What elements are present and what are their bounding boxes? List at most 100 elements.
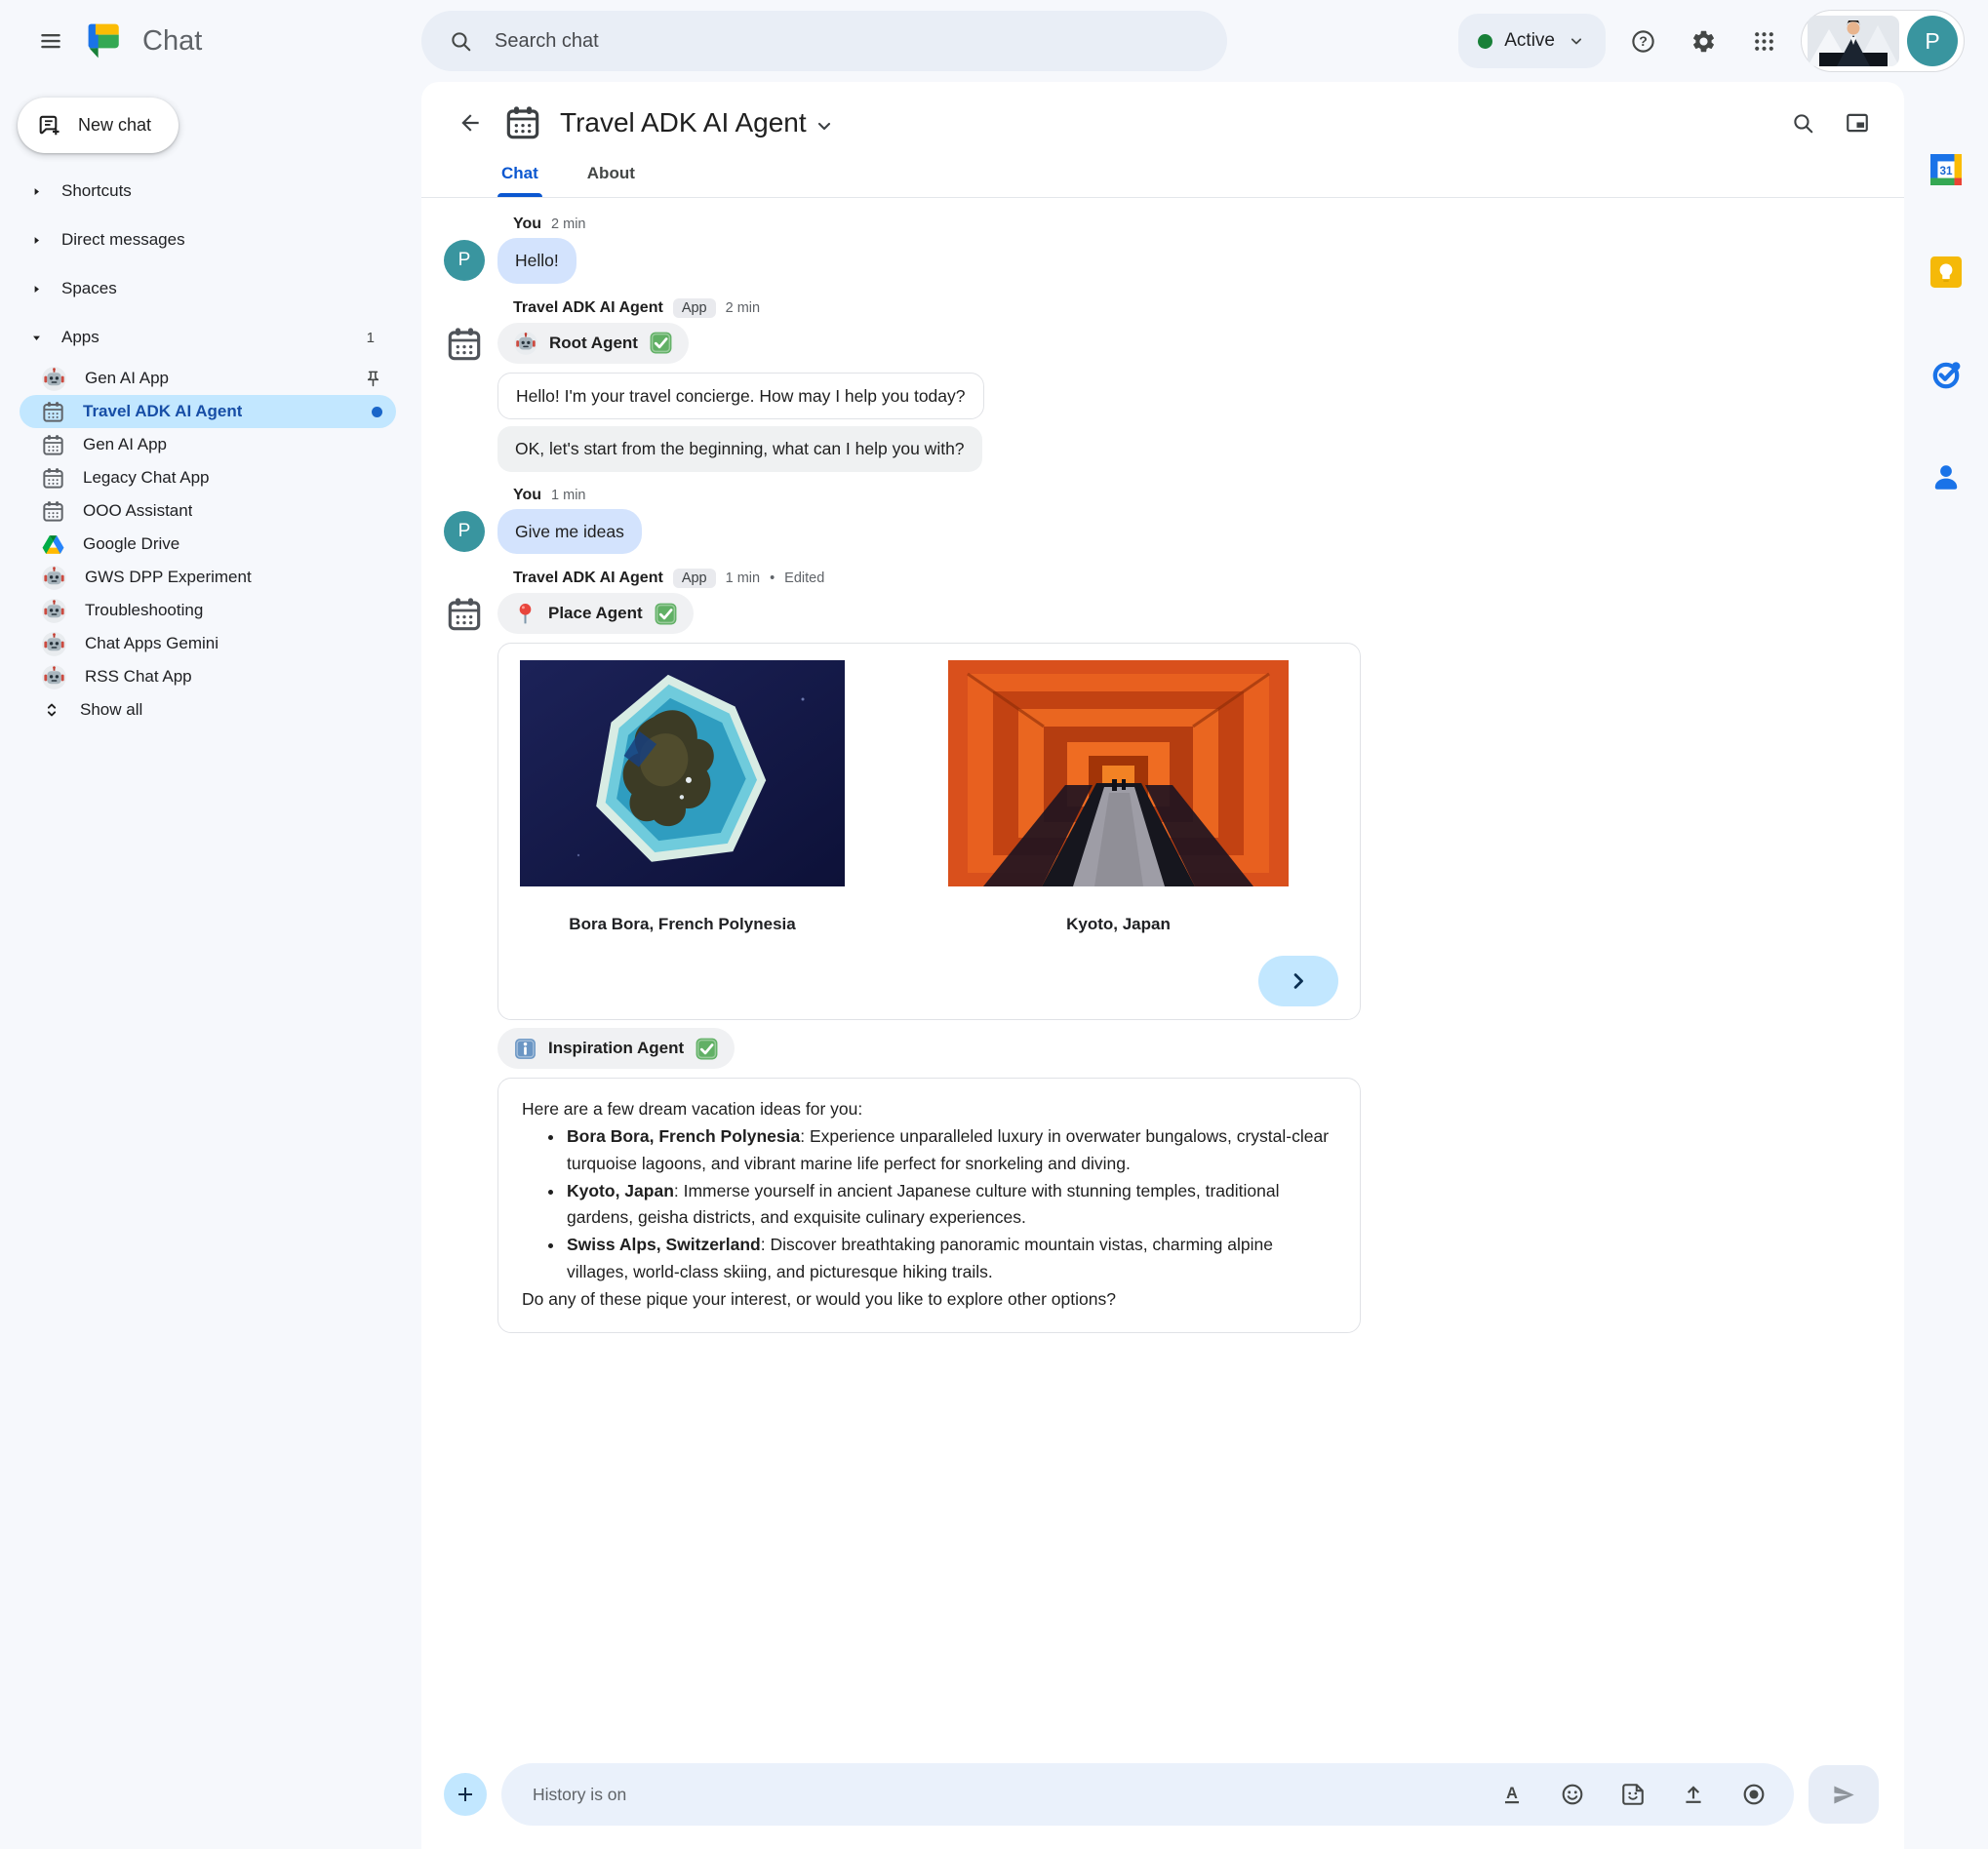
- record-video-icon[interactable]: [1737, 1778, 1770, 1811]
- sender-name: You: [513, 216, 542, 232]
- message-bubble: Hello! I'm your travel concierge. How ma…: [497, 372, 984, 419]
- sidebar-section-shortcuts[interactable]: Shortcuts: [0, 167, 421, 216]
- destination-caption: Kyoto, Japan: [1066, 915, 1171, 933]
- account-switcher[interactable]: P: [1801, 10, 1965, 72]
- apps-unread-count: 1: [366, 329, 375, 346]
- google-contacts-icon[interactable]: [1925, 455, 1968, 498]
- left-sidebar: New chat Shortcuts Direct messages Space…: [0, 82, 421, 1849]
- message-bubble: Give me ideas: [497, 508, 642, 554]
- status-selector[interactable]: Active: [1458, 14, 1606, 68]
- message-time: 2 min: [551, 216, 586, 232]
- chat-tabs: Chat About: [421, 158, 1904, 198]
- google-calendar-icon[interactable]: 31: [1925, 148, 1968, 191]
- message-agent-inspiration: Inspiration Agent Here are a few dream v…: [497, 1028, 1875, 1334]
- sticker-icon[interactable]: [1616, 1778, 1650, 1811]
- sidebar-item-gen-ai-app-1[interactable]: Gen AI App: [20, 362, 396, 395]
- sidebar-item-google-drive[interactable]: Google Drive: [20, 528, 396, 561]
- app-badge: App: [672, 297, 716, 318]
- top-bar: Chat Active ?: [0, 0, 1988, 82]
- meta-dot: •: [770, 570, 775, 586]
- check-badge-icon: [695, 1037, 719, 1061]
- caret-right-icon: [29, 233, 44, 248]
- idea-item: Swiss Alps, Switzerland: Discover breath…: [565, 1232, 1336, 1285]
- chat-brand: Chat: [84, 20, 202, 62]
- check-badge-icon: [654, 602, 678, 626]
- sidebar-section-direct-messages[interactable]: Direct messages: [0, 216, 421, 264]
- text-format-icon[interactable]: A: [1495, 1778, 1529, 1811]
- chat-logo-icon: [84, 20, 127, 62]
- calendar-app-icon: [41, 499, 65, 524]
- robot-icon: [41, 631, 67, 657]
- carousel-next-button[interactable]: [1258, 956, 1338, 1006]
- workspace-side-rail: 31: [1904, 82, 1988, 1849]
- destination-card-bora-bora[interactable]: Bora Bora, French Polynesia: [520, 660, 845, 934]
- search-in-chat-icon[interactable]: [1781, 101, 1824, 144]
- svg-text:31: 31: [1939, 165, 1953, 177]
- message-you-ideas: P You 1 min Give me ideas: [444, 487, 1875, 562]
- status-label: Active: [1504, 30, 1555, 51]
- search-chat-bar[interactable]: [421, 11, 1227, 71]
- edited-label: Edited: [784, 570, 825, 586]
- send-icon[interactable]: [1809, 1765, 1879, 1824]
- message-composer: A: [421, 1751, 1904, 1849]
- google-tasks-icon[interactable]: [1925, 353, 1968, 396]
- active-status-dot: [1478, 33, 1493, 49]
- idea-item: Kyoto, Japan: Immerse yourself in ancien…: [565, 1178, 1336, 1232]
- profile-avatar[interactable]: P: [1907, 16, 1958, 66]
- plus-icon[interactable]: [444, 1773, 487, 1816]
- message-input[interactable]: [531, 1783, 1468, 1806]
- destination-card-kyoto[interactable]: Kyoto, Japan: [948, 660, 1289, 934]
- destination-carousel-card: Bora Bora, French Polynesia Kyoto, Japan: [497, 643, 1361, 1020]
- back-icon[interactable]: [449, 101, 492, 144]
- caret-right-icon: [29, 282, 44, 296]
- tab-about[interactable]: About: [585, 158, 637, 197]
- new-chat-icon: [37, 113, 62, 138]
- ideas-intro: Here are a few dream vacation ideas for …: [522, 1099, 863, 1119]
- google-keep-icon[interactable]: [1925, 251, 1968, 294]
- ideas-outro: Do any of these pique your interest, or …: [522, 1289, 1116, 1310]
- app-badge: App: [672, 569, 716, 588]
- main-menu-icon[interactable]: [27, 18, 74, 64]
- sidebar-item-chat-apps-gemini[interactable]: Chat Apps Gemini: [20, 627, 396, 660]
- sidebar-item-ooo-assistant[interactable]: OOO Assistant: [20, 494, 396, 528]
- apps-grid-icon[interactable]: [1740, 18, 1787, 64]
- top-bar-right: Active ? P: [1227, 10, 1988, 72]
- message-input-pill[interactable]: A: [501, 1763, 1794, 1826]
- message-agent-place: Travel ADK AI Agent App 1 min • Edited P…: [444, 569, 1875, 1020]
- sidebar-item-gen-ai-app-2[interactable]: Gen AI App: [20, 428, 396, 461]
- app-content: New chat Shortcuts Direct messages Space…: [0, 82, 1988, 1849]
- agent-chip-root: Root Agent: [497, 322, 689, 364]
- sidebar-item-travel-adk-ai-agent[interactable]: Travel ADK AI Agent: [20, 395, 396, 428]
- search-chat-input[interactable]: [493, 28, 1200, 54]
- unfold-more-icon: [41, 699, 62, 721]
- show-all-button[interactable]: Show all: [20, 693, 396, 727]
- robot-icon: [41, 565, 67, 591]
- message-bubble: Hello!: [497, 238, 577, 284]
- sidebar-item-rss-chat-app[interactable]: RSS Chat App: [20, 660, 396, 693]
- bora-bora-image: [520, 660, 845, 886]
- message-list: P You 2 min Hello! Travel ADK AI Agent A…: [421, 198, 1904, 1751]
- robot-icon: [513, 331, 538, 356]
- ideas-list: Bora Bora, French Polynesia: Experience …: [522, 1123, 1336, 1285]
- new-chat-button[interactable]: New chat: [18, 98, 179, 153]
- vacation-ideas-card: Here are a few dream vacation ideas for …: [497, 1078, 1361, 1334]
- brand-name: Chat: [142, 24, 203, 57]
- sidebar-item-troubleshooting[interactable]: Troubleshooting: [20, 594, 396, 627]
- agent-chip-place: Place Agent: [497, 593, 694, 634]
- sidebar-section-spaces[interactable]: Spaces: [0, 264, 421, 313]
- kyoto-image: [948, 660, 1289, 886]
- picture-in-picture-icon[interactable]: [1836, 101, 1879, 144]
- conversation-title-menu[interactable]: Travel ADK AI Agent: [560, 107, 836, 138]
- tab-chat[interactable]: Chat: [497, 158, 542, 197]
- upload-icon[interactable]: [1677, 1778, 1710, 1811]
- help-icon[interactable]: ?: [1619, 18, 1666, 64]
- calendar-app-icon: [41, 400, 65, 424]
- sidebar-item-legacy-chat-app[interactable]: Legacy Chat App: [20, 461, 396, 494]
- sidebar-section-apps[interactable]: Apps 1: [0, 313, 421, 362]
- settings-icon[interactable]: [1680, 18, 1727, 64]
- emoji-icon[interactable]: [1556, 1778, 1589, 1811]
- check-badge-icon: [649, 331, 673, 355]
- user-avatar: P: [444, 240, 485, 281]
- sidebar-item-gws-dpp-experiment[interactable]: GWS DPP Experiment: [20, 561, 396, 594]
- agent-chip-inspiration: Inspiration Agent: [497, 1028, 736, 1069]
